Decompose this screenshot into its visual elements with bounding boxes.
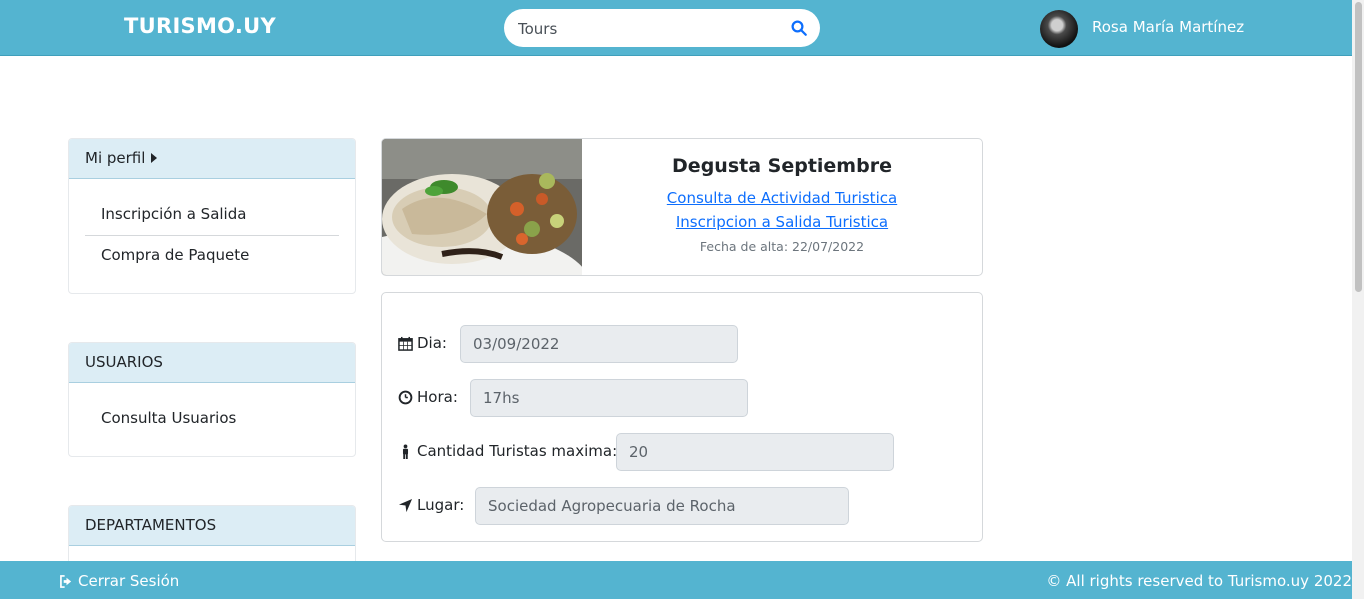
consulta-actividad-link[interactable]: Consulta de Actividad Turistica: [582, 189, 982, 207]
sign-out-icon: [60, 574, 72, 588]
calendar-icon: [398, 336, 413, 351]
search-icon[interactable]: [790, 19, 808, 37]
lugar-label-row: Lugar:: [398, 496, 464, 514]
user-name[interactable]: Rosa María Martínez: [1092, 18, 1244, 36]
clock-icon: [398, 390, 413, 404]
salida-details-card: Dia: 03/09/2022 Hora: 17hs Cantidad Turi…: [381, 292, 983, 542]
profile-menu-header[interactable]: Mi perfil: [69, 139, 355, 179]
activity-card: Degusta Septiembre Consulta de Actividad…: [381, 138, 983, 276]
logout-button[interactable]: Cerrar Sesión: [59, 572, 179, 590]
hora-label-row: Hora:: [398, 388, 458, 406]
location-arrow-icon: [398, 498, 413, 512]
fecha-alta: Fecha de alta: 22/07/2022: [699, 239, 865, 254]
copyright-text: © All rights reserved to Turismo.uy 2022: [1046, 572, 1352, 590]
top-navbar: TURISMO.UY Rosa María Martínez: [0, 0, 1364, 56]
profile-menu-title: Mi perfil: [85, 149, 146, 167]
menu-item-inscripcion-salida[interactable]: Inscripción a Salida: [85, 205, 339, 235]
users-menu-card: USUARIOS Consulta Usuarios: [68, 342, 356, 457]
dia-label-row: Dia:: [398, 334, 447, 352]
dia-field[interactable]: 03/09/2022: [460, 325, 738, 363]
hora-field[interactable]: 17hs: [470, 379, 748, 417]
activity-photo: [382, 139, 582, 275]
scrollbar-thumb[interactable]: [1355, 2, 1362, 292]
caret-right-icon: [151, 153, 158, 163]
cantidad-label-row: Cantidad Turistas maxima:: [398, 442, 617, 460]
search-box: [504, 9, 820, 47]
menu-item-consulta-usuarios[interactable]: Consulta Usuarios: [85, 409, 339, 427]
page-scrollbar[interactable]: [1352, 0, 1364, 599]
cantidad-field[interactable]: 20: [616, 433, 894, 471]
male-icon: [402, 443, 409, 459]
lugar-label: Lugar:: [417, 496, 465, 514]
dia-label: Dia:: [417, 334, 447, 352]
user-avatar[interactable]: [1040, 10, 1078, 48]
activity-title: Degusta Septiembre: [672, 155, 892, 177]
search-input[interactable]: [516, 17, 780, 41]
cantidad-label: Cantidad Turistas maxima:: [417, 442, 618, 460]
profile-menu-card: Mi perfil Inscripción a Salida Compra de…: [68, 138, 356, 294]
lugar-field[interactable]: Sociedad Agropecuaria de Rocha: [475, 487, 849, 525]
footer-bar: Cerrar Sesión © All rights reserved to T…: [0, 561, 1352, 599]
inscripcion-salida-link[interactable]: Inscripcion a Salida Turistica: [582, 213, 982, 231]
logout-label: Cerrar Sesión: [78, 572, 180, 590]
hora-label: Hora:: [417, 388, 458, 406]
brand-logo[interactable]: TURISMO.UY: [124, 14, 276, 38]
departments-menu-header: DEPARTAMENTOS: [69, 506, 355, 546]
users-menu-header: USUARIOS: [69, 343, 355, 383]
menu-item-compra-paquete[interactable]: Compra de Paquete: [85, 236, 339, 264]
